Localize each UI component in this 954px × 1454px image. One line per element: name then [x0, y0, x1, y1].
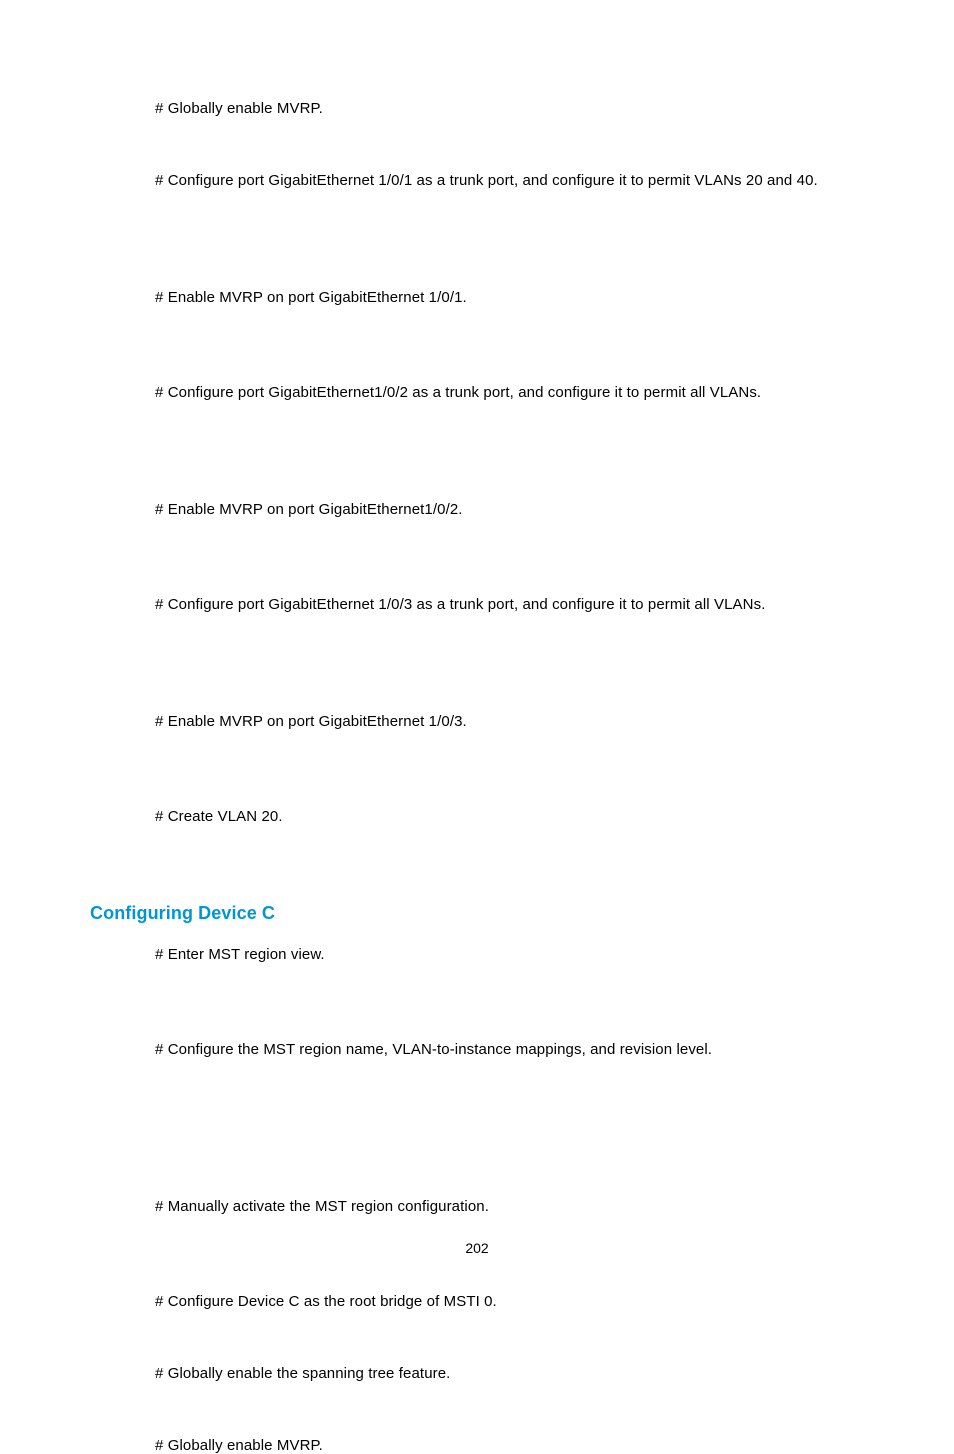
comment-line: # Globally enable the spanning tree feat…	[155, 1365, 894, 1382]
comment-line: # Enable MVRP on port GigabitEthernet1/0…	[155, 501, 894, 518]
comment-line: # Manually activate the MST region confi…	[155, 1198, 894, 1215]
comment-line: # Configure port GigabitEthernet 1/0/1 a…	[155, 172, 894, 189]
section-heading-configuring-device-c: Configuring Device C	[90, 903, 894, 924]
comment-line: # Globally enable MVRP.	[155, 100, 894, 117]
comment-line: # Configure port GigabitEthernet1/0/2 as…	[155, 384, 894, 401]
comment-line: # Configure the MST region name, VLAN-to…	[155, 1041, 894, 1058]
comment-line: # Enable MVRP on port GigabitEthernet 1/…	[155, 713, 894, 730]
comment-line: # Globally enable MVRP.	[155, 1437, 894, 1454]
document-content: # Globally enable MVRP. # Configure port…	[0, 0, 954, 1454]
comment-line: # Create VLAN 20.	[155, 808, 894, 825]
page-number: 202	[0, 1240, 954, 1256]
comment-line: # Enter MST region view.	[155, 946, 894, 963]
comment-line: # Configure port GigabitEthernet 1/0/3 a…	[155, 596, 894, 613]
comment-line: # Enable MVRP on port GigabitEthernet 1/…	[155, 289, 894, 306]
